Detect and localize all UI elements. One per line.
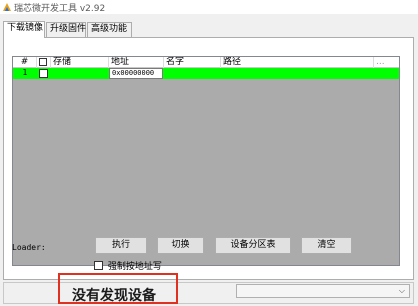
row-storage[interactable] <box>53 68 109 79</box>
column-header-path: 路径 <box>221 57 374 68</box>
row-index: 1 <box>22 68 28 77</box>
table-header: # 存储 地址 名字 路径 ... <box>13 57 399 68</box>
tab-upgrade-firmware[interactable]: 升级固件 <box>46 22 86 37</box>
device-select[interactable]: ⌵ <box>236 284 410 298</box>
select-all-checkbox[interactable] <box>39 58 47 66</box>
force-address-label: 强制按地址写 <box>107 262 162 272</box>
partition-table-button[interactable]: 设备分区表 <box>215 237 291 254</box>
table-row[interactable]: 1 0x00000000 <box>13 68 399 79</box>
download-panel: # 存储 地址 名字 路径 ... 1 0x00000000 <box>3 37 414 280</box>
execute-button[interactable]: 执行 <box>95 237 147 254</box>
force-address-option[interactable]: 强制按地址写 <box>94 259 162 272</box>
column-header-address: 地址 <box>109 57 164 68</box>
column-header-index: # <box>13 57 37 68</box>
chevron-down-icon[interactable]: ⌵ <box>399 286 405 296</box>
column-header-browse: ... <box>376 57 385 67</box>
tab-download-image[interactable]: 下载镜像 <box>3 21 45 38</box>
clear-button[interactable]: 清空 <box>301 237 352 254</box>
column-header-name: 名字 <box>164 57 221 68</box>
app-logo-icon <box>3 3 11 11</box>
row-address-input[interactable]: 0x00000000 <box>109 68 163 79</box>
force-address-checkbox[interactable] <box>94 261 103 270</box>
image-table: # 存储 地址 名字 路径 ... 1 0x00000000 <box>12 56 400 266</box>
switch-button[interactable]: 切换 <box>157 237 204 254</box>
column-header-select[interactable] <box>37 57 51 68</box>
title-bar: 瑞芯微开发工具 v2.92 <box>0 0 418 14</box>
column-header-storage: 存储 <box>51 57 109 68</box>
row-checkbox[interactable] <box>39 69 48 78</box>
window-title: 瑞芯微开发工具 v2.92 <box>14 4 106 14</box>
tab-advanced-functions[interactable]: 高级功能 <box>87 22 132 37</box>
loader-label: Loader: <box>12 243 46 252</box>
status-highlight-box <box>58 273 178 304</box>
row-name[interactable] <box>166 68 221 79</box>
row-path[interactable] <box>223 68 373 79</box>
